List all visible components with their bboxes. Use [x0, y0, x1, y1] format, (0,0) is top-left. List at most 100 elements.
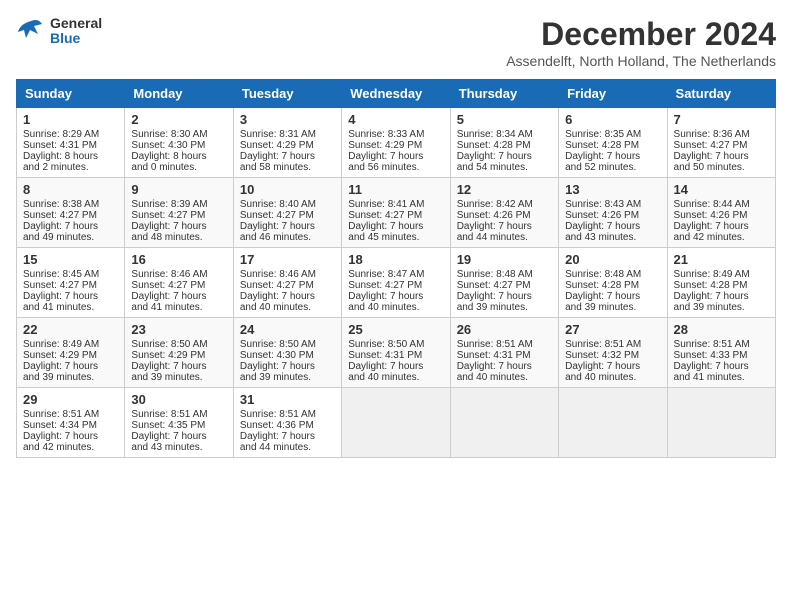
day-number: 25	[348, 322, 443, 337]
day-number: 14	[674, 182, 769, 197]
calendar-cell: 15 Sunrise: 8:45 AMSunset: 4:27 PMDaylig…	[17, 248, 125, 318]
day-number: 15	[23, 252, 118, 267]
calendar-cell	[559, 388, 667, 458]
day-number: 6	[565, 112, 660, 127]
cell-info: Sunrise: 8:30 AMSunset: 4:30 PMDaylight:…	[131, 129, 207, 173]
day-number: 12	[457, 182, 552, 197]
logo-line1: General	[50, 16, 102, 31]
calendar-cell: 16 Sunrise: 8:46 AMSunset: 4:27 PMDaylig…	[125, 248, 233, 318]
cell-info: Sunrise: 8:51 AMSunset: 4:35 PMDaylight:…	[131, 409, 207, 453]
col-header-sunday: Sunday	[17, 80, 125, 108]
logo: General Blue	[16, 16, 102, 47]
col-header-tuesday: Tuesday	[233, 80, 341, 108]
cell-info: Sunrise: 8:51 AMSunset: 4:36 PMDaylight:…	[240, 409, 316, 453]
calendar-cell: 25 Sunrise: 8:50 AMSunset: 4:31 PMDaylig…	[342, 318, 450, 388]
day-number: 27	[565, 322, 660, 337]
cell-info: Sunrise: 8:38 AMSunset: 4:27 PMDaylight:…	[23, 199, 99, 243]
calendar-cell: 10 Sunrise: 8:40 AMSunset: 4:27 PMDaylig…	[233, 178, 341, 248]
calendar-cell: 22 Sunrise: 8:49 AMSunset: 4:29 PMDaylig…	[17, 318, 125, 388]
calendar-cell: 17 Sunrise: 8:46 AMSunset: 4:27 PMDaylig…	[233, 248, 341, 318]
day-number: 26	[457, 322, 552, 337]
day-number: 2	[131, 112, 226, 127]
calendar-cell: 31 Sunrise: 8:51 AMSunset: 4:36 PMDaylig…	[233, 388, 341, 458]
cell-info: Sunrise: 8:35 AMSunset: 4:28 PMDaylight:…	[565, 129, 641, 173]
cell-info: Sunrise: 8:42 AMSunset: 4:26 PMDaylight:…	[457, 199, 533, 243]
day-number: 10	[240, 182, 335, 197]
calendar-cell: 11 Sunrise: 8:41 AMSunset: 4:27 PMDaylig…	[342, 178, 450, 248]
cell-info: Sunrise: 8:51 AMSunset: 4:33 PMDaylight:…	[674, 339, 750, 383]
cell-info: Sunrise: 8:33 AMSunset: 4:29 PMDaylight:…	[348, 129, 424, 173]
col-header-wednesday: Wednesday	[342, 80, 450, 108]
calendar-cell: 7 Sunrise: 8:36 AMSunset: 4:27 PMDayligh…	[667, 108, 775, 178]
cell-info: Sunrise: 8:31 AMSunset: 4:29 PMDaylight:…	[240, 129, 316, 173]
col-header-saturday: Saturday	[667, 80, 775, 108]
day-number: 21	[674, 252, 769, 267]
cell-info: Sunrise: 8:48 AMSunset: 4:27 PMDaylight:…	[457, 269, 533, 313]
calendar-cell: 4 Sunrise: 8:33 AMSunset: 4:29 PMDayligh…	[342, 108, 450, 178]
day-number: 17	[240, 252, 335, 267]
calendar-cell: 29 Sunrise: 8:51 AMSunset: 4:34 PMDaylig…	[17, 388, 125, 458]
cell-info: Sunrise: 8:50 AMSunset: 4:30 PMDaylight:…	[240, 339, 316, 383]
logo-container: General Blue	[16, 16, 102, 47]
cell-info: Sunrise: 8:36 AMSunset: 4:27 PMDaylight:…	[674, 129, 750, 173]
calendar-cell	[450, 388, 558, 458]
calendar-cell: 23 Sunrise: 8:50 AMSunset: 4:29 PMDaylig…	[125, 318, 233, 388]
title-block: December 2024 Assendelft, North Holland,…	[506, 16, 776, 69]
calendar-cell: 18 Sunrise: 8:47 AMSunset: 4:27 PMDaylig…	[342, 248, 450, 318]
calendar-cell: 2 Sunrise: 8:30 AMSunset: 4:30 PMDayligh…	[125, 108, 233, 178]
day-number: 19	[457, 252, 552, 267]
calendar-cell: 5 Sunrise: 8:34 AMSunset: 4:28 PMDayligh…	[450, 108, 558, 178]
calendar-cell: 13 Sunrise: 8:43 AMSunset: 4:26 PMDaylig…	[559, 178, 667, 248]
calendar-cell: 21 Sunrise: 8:49 AMSunset: 4:28 PMDaylig…	[667, 248, 775, 318]
calendar-week-5: 29 Sunrise: 8:51 AMSunset: 4:34 PMDaylig…	[17, 388, 776, 458]
day-number: 13	[565, 182, 660, 197]
day-number: 9	[131, 182, 226, 197]
cell-info: Sunrise: 8:51 AMSunset: 4:34 PMDaylight:…	[23, 409, 99, 453]
day-number: 24	[240, 322, 335, 337]
day-number: 7	[674, 112, 769, 127]
calendar-cell: 26 Sunrise: 8:51 AMSunset: 4:31 PMDaylig…	[450, 318, 558, 388]
day-number: 23	[131, 322, 226, 337]
cell-info: Sunrise: 8:46 AMSunset: 4:27 PMDaylight:…	[131, 269, 207, 313]
cell-info: Sunrise: 8:46 AMSunset: 4:27 PMDaylight:…	[240, 269, 316, 313]
col-header-thursday: Thursday	[450, 80, 558, 108]
cell-info: Sunrise: 8:45 AMSunset: 4:27 PMDaylight:…	[23, 269, 99, 313]
month-title: December 2024	[506, 16, 776, 53]
cell-info: Sunrise: 8:39 AMSunset: 4:27 PMDaylight:…	[131, 199, 207, 243]
logo-bird-icon	[16, 16, 46, 46]
cell-info: Sunrise: 8:49 AMSunset: 4:28 PMDaylight:…	[674, 269, 750, 313]
day-number: 20	[565, 252, 660, 267]
day-number: 29	[23, 392, 118, 407]
cell-info: Sunrise: 8:51 AMSunset: 4:32 PMDaylight:…	[565, 339, 641, 383]
cell-info: Sunrise: 8:50 AMSunset: 4:29 PMDaylight:…	[131, 339, 207, 383]
day-number: 3	[240, 112, 335, 127]
cell-info: Sunrise: 8:47 AMSunset: 4:27 PMDaylight:…	[348, 269, 424, 313]
day-number: 16	[131, 252, 226, 267]
cell-info: Sunrise: 8:43 AMSunset: 4:26 PMDaylight:…	[565, 199, 641, 243]
calendar-cell: 8 Sunrise: 8:38 AMSunset: 4:27 PMDayligh…	[17, 178, 125, 248]
page-header: General Blue December 2024 Assendelft, N…	[16, 16, 776, 69]
calendar-table: SundayMondayTuesdayWednesdayThursdayFrid…	[16, 79, 776, 458]
cell-info: Sunrise: 8:49 AMSunset: 4:29 PMDaylight:…	[23, 339, 99, 383]
day-number: 18	[348, 252, 443, 267]
cell-info: Sunrise: 8:34 AMSunset: 4:28 PMDaylight:…	[457, 129, 533, 173]
calendar-week-4: 22 Sunrise: 8:49 AMSunset: 4:29 PMDaylig…	[17, 318, 776, 388]
calendar-cell: 14 Sunrise: 8:44 AMSunset: 4:26 PMDaylig…	[667, 178, 775, 248]
col-header-monday: Monday	[125, 80, 233, 108]
calendar-cell: 20 Sunrise: 8:48 AMSunset: 4:28 PMDaylig…	[559, 248, 667, 318]
calendar-cell: 3 Sunrise: 8:31 AMSunset: 4:29 PMDayligh…	[233, 108, 341, 178]
day-number: 28	[674, 322, 769, 337]
location-subtitle: Assendelft, North Holland, The Netherlan…	[506, 53, 776, 69]
cell-info: Sunrise: 8:50 AMSunset: 4:31 PMDaylight:…	[348, 339, 424, 383]
cell-info: Sunrise: 8:51 AMSunset: 4:31 PMDaylight:…	[457, 339, 533, 383]
cell-info: Sunrise: 8:40 AMSunset: 4:27 PMDaylight:…	[240, 199, 316, 243]
day-number: 11	[348, 182, 443, 197]
calendar-cell	[667, 388, 775, 458]
calendar-week-1: 1 Sunrise: 8:29 AMSunset: 4:31 PMDayligh…	[17, 108, 776, 178]
cell-info: Sunrise: 8:48 AMSunset: 4:28 PMDaylight:…	[565, 269, 641, 313]
calendar-cell: 28 Sunrise: 8:51 AMSunset: 4:33 PMDaylig…	[667, 318, 775, 388]
calendar-cell: 9 Sunrise: 8:39 AMSunset: 4:27 PMDayligh…	[125, 178, 233, 248]
day-number: 22	[23, 322, 118, 337]
col-header-friday: Friday	[559, 80, 667, 108]
calendar-header-row: SundayMondayTuesdayWednesdayThursdayFrid…	[17, 80, 776, 108]
